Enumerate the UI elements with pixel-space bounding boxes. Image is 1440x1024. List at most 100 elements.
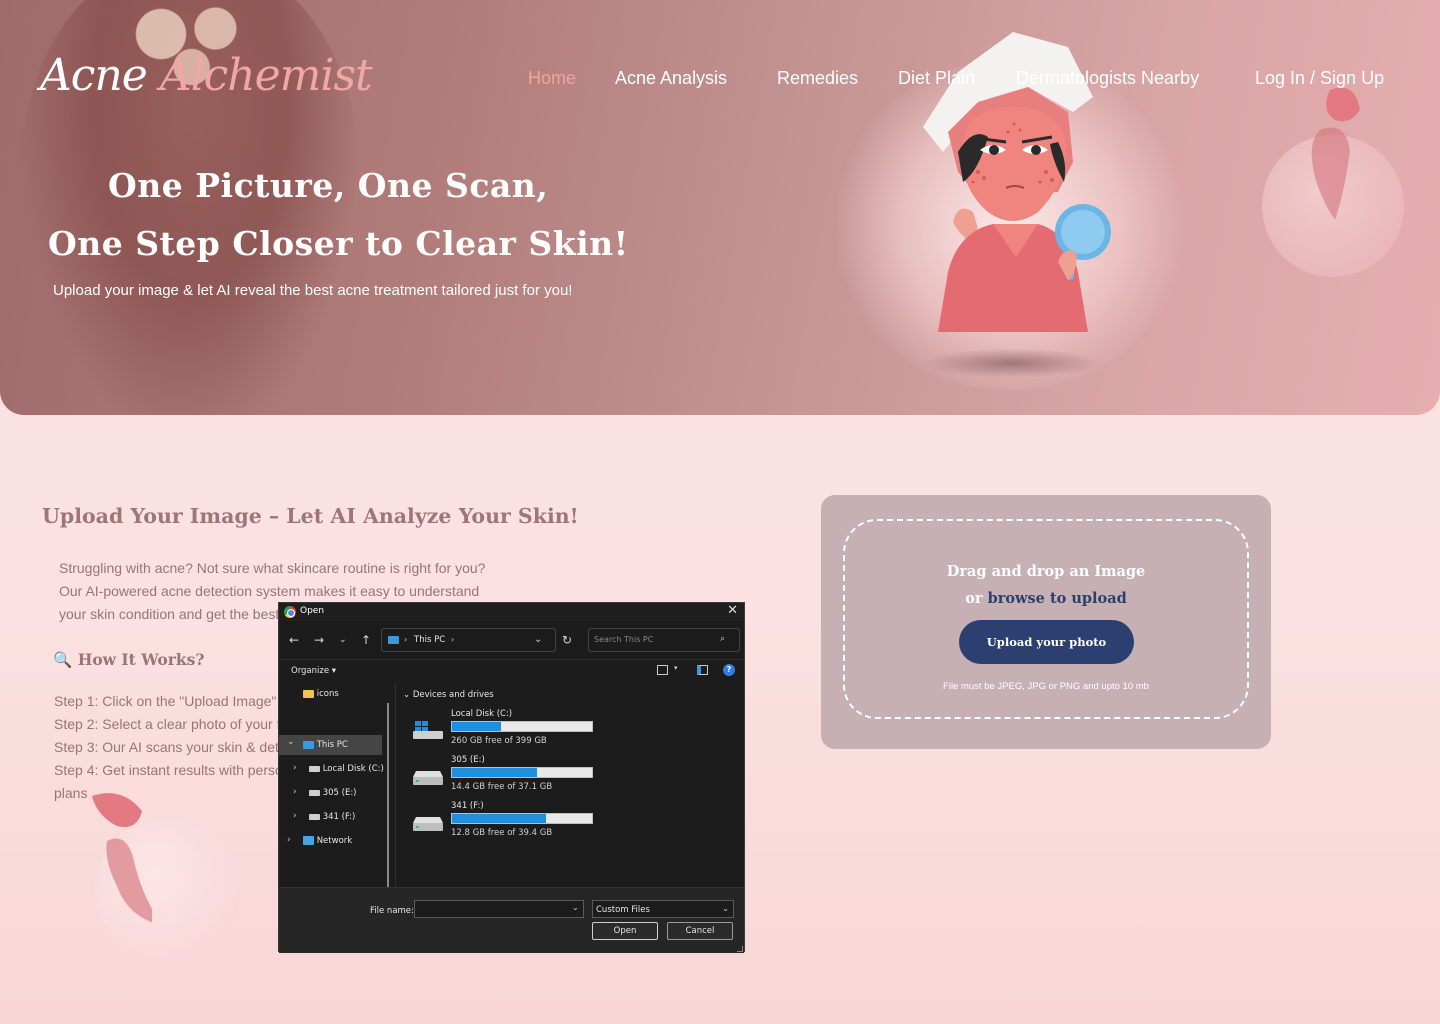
drop-zone-subtitle: or browse to upload	[845, 590, 1247, 607]
sidebar-item-label: Network	[316, 836, 353, 846]
resize-grip-icon[interactable]	[737, 946, 743, 952]
logo-word-acne: Acne	[40, 50, 148, 101]
file-name-input[interactable]	[414, 900, 584, 918]
file-list-pane: ⌄ Devices and drives Local Disk (C:) 260…	[399, 687, 739, 887]
site-logo[interactable]: Acne Alchemist	[40, 50, 373, 110]
sidebar-item-content: 341 (F:)	[309, 812, 355, 822]
sidebar-item-icons[interactable]: icons	[303, 689, 339, 709]
sidebar-item-this-pc[interactable]: ⌄ This PC	[279, 735, 382, 755]
drive-tile-c[interactable]: Local Disk (C:) 260 GB free of 399 GB	[411, 709, 601, 749]
help-icon[interactable]: ?	[723, 664, 735, 676]
upload-photo-button[interactable]: Upload your photo	[959, 620, 1134, 664]
file-type-select[interactable]: Custom Files ⌄	[592, 900, 734, 918]
hero-subtitle: Upload your image & let AI reveal the be…	[53, 282, 573, 299]
file-requirements-note: File must be JPEG, JPG or PNG and upto 1…	[943, 681, 1149, 692]
computer-icon	[388, 636, 399, 644]
address-bar[interactable]: › This PC › ⌄	[381, 628, 556, 652]
drive-icon	[309, 789, 320, 796]
drive-usage-fill	[452, 768, 538, 777]
breadcrumb-separator-icon: ›	[404, 635, 408, 644]
close-icon[interactable]: ✕	[727, 603, 738, 618]
search-input[interactable]: Search This PC	[588, 628, 740, 652]
sidebar-item-label: This PC	[316, 740, 348, 750]
nav-login-signup[interactable]: Log In / Sign Up	[1255, 68, 1384, 89]
drive-usage-bar	[451, 767, 593, 778]
nav-acne-analysis[interactable]: Acne Analysis	[615, 68, 727, 89]
open-button[interactable]: Open	[592, 922, 658, 940]
forward-arrow-icon[interactable]: →	[314, 633, 324, 647]
address-dropdown-chevron-icon[interactable]: ⌄	[534, 634, 542, 645]
refresh-icon[interactable]: ↻	[562, 633, 572, 647]
folder-icon	[303, 689, 314, 698]
network-icon	[303, 836, 314, 845]
nav-home[interactable]: Home	[528, 68, 576, 89]
chevron-down-icon[interactable]: ⌄	[287, 737, 295, 747]
how-it-works-heading: 🔍 How It Works?	[53, 650, 205, 669]
drive-icon	[309, 765, 320, 772]
drive-icon	[309, 813, 320, 820]
drive-icon	[413, 817, 443, 831]
change-view-icon[interactable]	[657, 665, 668, 675]
browse-link[interactable]: browse to upload	[988, 590, 1127, 607]
devices-and-drives-group[interactable]: ⌄ Devices and drives	[403, 690, 494, 700]
hero-title-line2: One Step Closer to Clear Skin!	[48, 224, 629, 263]
drive-free-space: 260 GB free of 399 GB	[451, 736, 547, 746]
drive-tile-e[interactable]: 305 (E:) 14.4 GB free of 37.1 GB	[411, 755, 601, 795]
sidebar-item-label: icons	[316, 689, 339, 699]
hero-title-line1: One Picture, One Scan,	[108, 166, 549, 205]
drive-icon	[413, 771, 443, 785]
nav-diet-plan[interactable]: Diet Plain	[898, 68, 975, 89]
nav-remedies[interactable]: Remedies	[777, 68, 858, 89]
drive-usage-bar	[451, 813, 593, 824]
up-arrow-icon[interactable]: ↑	[361, 633, 371, 647]
sidebar-item-content: Local Disk (C:)	[309, 764, 384, 774]
drop-zone-title: Drag and drop an Image	[946, 563, 1146, 580]
search-icon[interactable]: ⌕	[720, 634, 734, 644]
preview-pane-icon[interactable]	[697, 665, 708, 675]
sidebar-item-label: Local Disk (C:)	[322, 764, 384, 774]
drive-tile-f[interactable]: 341 (F:) 12.8 GB free of 39.4 GB	[411, 801, 601, 841]
upload-section-heading: Upload Your Image – Let AI Analyze Your …	[42, 504, 579, 528]
windows-drive-icon	[413, 721, 443, 739]
computer-icon	[303, 740, 314, 749]
decorative-flower-icon	[1311, 87, 1360, 220]
drop-zone[interactable]: Drag and drop an Image or browse to uplo…	[843, 519, 1249, 719]
back-arrow-icon[interactable]: ←	[289, 633, 299, 647]
chevron-right-icon[interactable]: ›	[293, 763, 297, 773]
file-name-dropdown-chevron-icon[interactable]: ⌄	[572, 903, 579, 912]
sidebar-scrollbar[interactable]	[387, 703, 389, 893]
intro-line: Struggling with acne? Not sure what skin…	[59, 560, 486, 576]
chevron-right-icon[interactable]: ›	[293, 787, 297, 797]
illustration-shadow	[922, 348, 1102, 378]
logo-word-alchemist: Alchemist	[159, 50, 373, 101]
drive-name: 341 (F:)	[451, 801, 484, 811]
drive-free-space: 12.8 GB free of 39.4 GB	[451, 828, 553, 838]
drive-usage-bar	[451, 721, 593, 732]
chevron-down-icon: ⌄	[722, 904, 729, 913]
chevron-right-icon[interactable]: ›	[287, 835, 291, 845]
dialog-titlebar[interactable]: Open ✕	[279, 603, 744, 621]
chevron-right-icon[interactable]: ›	[293, 811, 297, 821]
breadcrumb-separator-icon[interactable]: ›	[451, 635, 454, 644]
dialog-footer: File name: ⌄ Custom Files ⌄ Open Cancel	[279, 887, 744, 953]
chrome-icon	[284, 606, 296, 618]
recent-locations-chevron-icon[interactable]: ⌄	[339, 635, 347, 645]
dialog-command-bar: Organize ▾ ▾ ?	[279, 659, 744, 681]
upload-card: Drag and drop an Image or browse to uplo…	[821, 495, 1271, 749]
sidebar-item-content: This PC	[303, 740, 348, 750]
hero-banner: Acne Alchemist Home Acne Analysis Remedi…	[0, 0, 1440, 415]
cancel-button[interactable]: Cancel	[667, 922, 733, 940]
sidebar-item-content: Network	[303, 836, 352, 846]
drive-usage-fill	[452, 722, 501, 731]
breadcrumb-this-pc[interactable]: This PC	[414, 635, 445, 645]
view-dropdown-chevron-icon[interactable]: ▾	[674, 664, 678, 672]
organize-menu[interactable]: Organize ▾	[291, 666, 336, 676]
sidebar-item-label: 305 (E:)	[322, 788, 357, 798]
sidebar-item-label: 341 (F:)	[322, 812, 356, 822]
dialog-navbar: ← → ⌄ ↑ › This PC › ⌄ ↻ Search This PC ⌕	[279, 625, 744, 655]
sidebar-item-content: 305 (E:)	[309, 788, 357, 798]
drive-name: Local Disk (C:)	[451, 709, 513, 719]
intro-line: Our AI-powered acne detection system mak…	[59, 583, 480, 599]
nav-dermatologists-nearby[interactable]: Dermatologists Nearby	[1016, 68, 1199, 89]
navigation-pane: icons ⌄ This PC › Local Disk (C:) › 305 …	[279, 683, 396, 893]
